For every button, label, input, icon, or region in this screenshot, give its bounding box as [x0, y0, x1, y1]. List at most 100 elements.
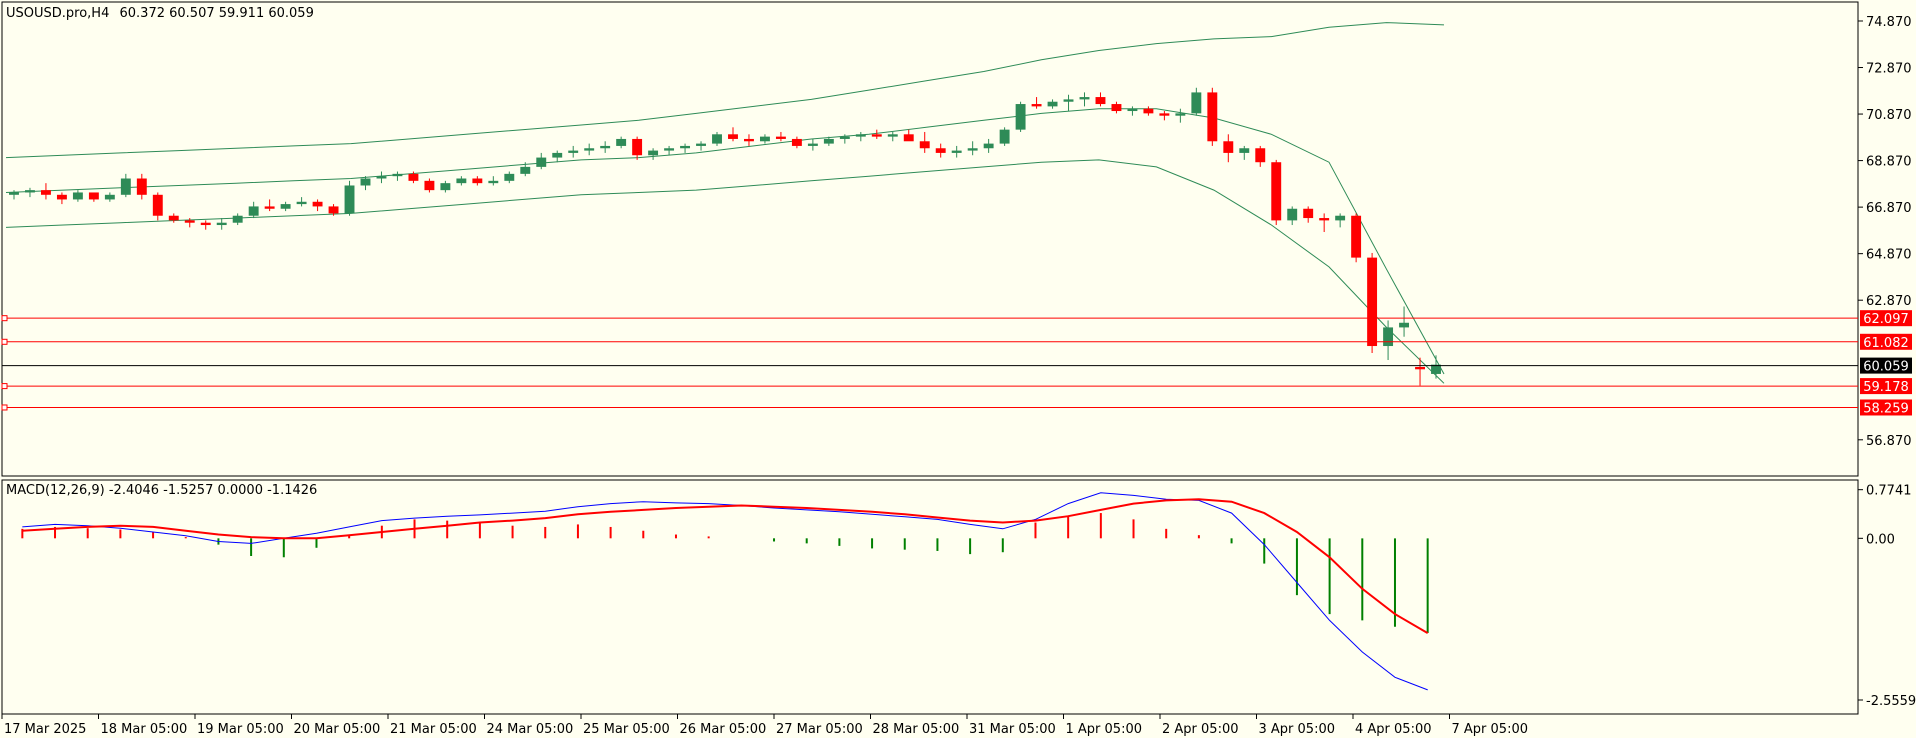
chart-canvas[interactable]: 62.097 61.082 59.178 58.259 60.059 74.870 72.…	[0, 0, 1916, 738]
candle-body	[648, 150, 659, 156]
candle-body	[520, 166, 531, 174]
time-axis: 17 Mar 2025 18 Mar 05:00 19 Mar 05:00 20 Ma…	[1, 714, 1529, 737]
candle-body	[552, 152, 563, 158]
candle-body	[855, 134, 866, 137]
candle-body	[1127, 108, 1138, 112]
candle-body	[536, 157, 547, 167]
level-handle[interactable]	[1, 315, 8, 322]
candle-body	[1047, 101, 1058, 107]
candle-body	[280, 204, 291, 209]
candle-body	[1367, 257, 1378, 347]
price-tick-label: 68.870	[1866, 155, 1912, 170]
candle-body	[887, 134, 898, 137]
time-tick-label: 18 Mar 05:00	[101, 722, 188, 737]
candle-body	[424, 180, 435, 191]
candle-body	[472, 178, 483, 184]
candle-body	[1063, 99, 1074, 102]
candle-body	[88, 192, 99, 200]
candle-body	[104, 194, 115, 200]
candle-body	[983, 143, 994, 149]
time-tick-label: 20 Mar 05:00	[294, 722, 381, 737]
candle-body	[296, 201, 307, 205]
macd-tick-label: 0.7741	[1866, 484, 1912, 499]
time-tick-label: 2 Apr 05:00	[1162, 722, 1239, 737]
price-tick-label: 64.870	[1866, 248, 1912, 263]
macd-tick-label: -2.5559	[1866, 694, 1916, 709]
candle-body	[999, 129, 1010, 144]
candle-body	[1111, 104, 1122, 112]
candle-body	[328, 206, 339, 214]
candle-body	[728, 134, 738, 139]
candle-body	[823, 138, 834, 144]
candle-body	[712, 134, 722, 144]
candle-body	[839, 136, 850, 139]
candle-body	[664, 148, 675, 151]
price-tick-label: 72.870	[1866, 62, 1912, 77]
candle-body	[1079, 97, 1090, 100]
candle-body	[200, 222, 211, 226]
candle-body	[1303, 208, 1314, 219]
candle-body	[1351, 215, 1362, 258]
candle-body	[264, 206, 275, 209]
candle-body	[1239, 148, 1250, 153]
candle-body	[216, 222, 227, 226]
price-tick-label: 62.870	[1866, 294, 1912, 309]
level-handle[interactable]	[1, 338, 8, 345]
candle-body	[72, 192, 83, 200]
level-handle[interactable]	[1, 383, 8, 390]
price-tick-label: 70.870	[1866, 108, 1912, 123]
time-tick-label: 26 Mar 05:00	[680, 722, 767, 737]
time-tick-label: 4 Apr 05:00	[1355, 722, 1432, 737]
candle-body	[1383, 327, 1394, 347]
time-tick-label: 27 Mar 05:00	[776, 722, 863, 737]
candle-body	[1015, 104, 1026, 130]
price-panel[interactable]	[1, 1, 1859, 477]
level-handle[interactable]	[1, 404, 8, 411]
candle-body	[168, 215, 179, 221]
candle-body	[376, 176, 387, 179]
candle-body	[1031, 104, 1042, 107]
macd-panel[interactable]	[1, 479, 1859, 715]
level-tag-label: 58.259	[1863, 401, 1909, 416]
candle-body	[9, 192, 19, 195]
candle-body	[1223, 141, 1234, 153]
time-tick-label: 25 Mar 05:00	[583, 722, 670, 737]
candle-body	[600, 145, 611, 149]
candle-body	[584, 148, 595, 151]
candle-body	[791, 138, 802, 146]
candle-body	[1143, 108, 1154, 114]
candle-body	[1207, 92, 1218, 142]
candle-body	[1159, 113, 1170, 116]
candle-body	[568, 150, 579, 153]
time-tick-label: 3 Apr 05:00	[1259, 722, 1336, 737]
candle-body	[1255, 148, 1266, 163]
candle-body	[759, 136, 770, 142]
candle-body	[1191, 92, 1202, 114]
macd-title: MACD(12,26,9) -2.4046 -1.5257 0.0000 -1.…	[6, 483, 317, 498]
candle-body	[184, 220, 195, 223]
time-tick-label: 7 Apr 05:00	[1452, 722, 1529, 737]
candle-body	[392, 173, 403, 177]
price-tick-label: 74.870	[1866, 15, 1912, 30]
price-tick-label: 66.870	[1866, 201, 1912, 216]
candle-body	[25, 190, 35, 193]
candle-body	[504, 173, 515, 181]
candle-body	[120, 178, 131, 195]
candle-body	[344, 185, 355, 214]
candle-body	[616, 138, 627, 146]
time-tick-label: 1 Apr 05:00	[1066, 722, 1143, 737]
macd-tick-label: 0.00	[1866, 532, 1895, 547]
candle-body	[951, 150, 962, 153]
candle-body	[136, 178, 147, 195]
symbol-label: USOUSD.pro,H4 60.372 60.507 59.911 60.05…	[6, 6, 314, 21]
candle-body	[807, 143, 818, 146]
candle-body	[56, 194, 67, 200]
candle-body	[871, 134, 882, 137]
candle-body	[1287, 208, 1298, 221]
time-tick-label: 28 Mar 05:00	[873, 722, 960, 737]
candle-body	[935, 148, 946, 153]
candle-body	[903, 134, 914, 142]
candle-body	[1335, 215, 1346, 221]
candle-body	[40, 190, 51, 195]
candle-body	[456, 178, 467, 184]
